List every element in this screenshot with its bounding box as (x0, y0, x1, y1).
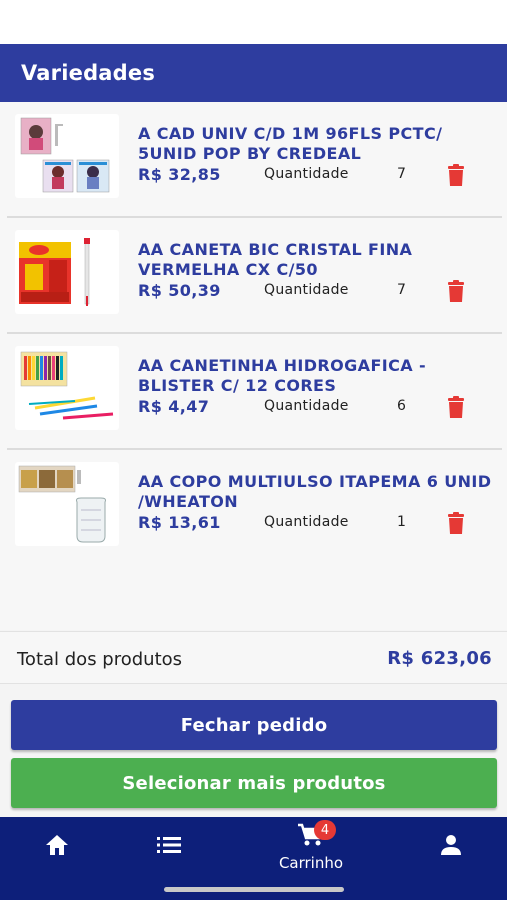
product-price: R$ 50,39 (138, 281, 221, 300)
quantity-label: Quantidade (264, 282, 349, 298)
product-thumbnail-notebooks (15, 114, 119, 198)
tab-home[interactable] (22, 817, 92, 877)
quantity-label: Quantidade (264, 398, 349, 414)
quantity-value[interactable]: 1 (397, 514, 406, 530)
tab-cart[interactable]: 4 Carrinho (266, 817, 356, 877)
total-label: Total dos produtos (17, 649, 183, 670)
total-summary: Total dos produtos R$ 623,06 (0, 631, 507, 684)
tab-profile[interactable] (416, 817, 486, 877)
user-icon (440, 834, 462, 860)
product-thumbnail-glass-jar (15, 462, 119, 546)
quantity-value[interactable]: 6 (397, 398, 406, 414)
page-title: Variedades (21, 61, 156, 85)
trash-icon[interactable] (446, 164, 466, 186)
product-price: R$ 13,61 (138, 513, 221, 532)
product-thumbnail-pen-box (15, 230, 119, 314)
product-name: AA CANETA BIC CRISTAL FINA VERMELHA CX C… (138, 240, 413, 279)
list-item[interactable]: A CAD UNIV C/D 1M 96FLS PCTC/ 5UNID POP … (7, 102, 502, 218)
total-value: R$ 623,06 (387, 648, 492, 669)
trash-icon[interactable] (446, 280, 466, 302)
select-more-products-button[interactable]: Selecionar mais produtos (11, 758, 497, 808)
app-header: Variedades (0, 44, 507, 102)
close-order-button[interactable]: Fechar pedido (11, 700, 497, 750)
cart-items-list: A CAD UNIV C/D 1M 96FLS PCTC/ 5UNID POP … (0, 102, 507, 630)
quantity-label: Quantidade (264, 514, 349, 530)
bottom-tab-bar: 4 Carrinho (0, 817, 507, 900)
tab-list[interactable] (134, 817, 204, 877)
trash-icon[interactable] (446, 512, 466, 534)
home-indicator (164, 887, 344, 892)
status-bar (0, 0, 507, 44)
trash-icon[interactable] (446, 396, 466, 418)
list-item[interactable]: AA COPO MULTIULSO ITAPEMA 6 UNID /WHEATO… (7, 450, 502, 566)
home-icon (45, 834, 69, 861)
product-price: R$ 4,47 (138, 397, 210, 416)
cart-count-badge: 4 (314, 820, 336, 840)
product-price: R$ 32,85 (138, 165, 221, 184)
list-item[interactable]: AA CANETINHA HIDROGAFICA - BLISTER C/ 12… (7, 334, 502, 450)
product-name: AA CANETINHA HIDROGAFICA - BLISTER C/ 12… (138, 356, 427, 395)
quantity-value[interactable]: 7 (397, 282, 406, 298)
product-thumbnail-markers (15, 346, 119, 430)
quantity-label: Quantidade (264, 166, 349, 182)
quantity-value[interactable]: 7 (397, 166, 406, 182)
product-name: AA COPO MULTIULSO ITAPEMA 6 UNID /WHEATO… (138, 472, 492, 511)
tab-cart-label: Carrinho (278, 853, 344, 872)
list-item[interactable]: AA CANETA BIC CRISTAL FINA VERMELHA CX C… (7, 218, 502, 334)
list-icon (157, 836, 181, 859)
product-name: A CAD UNIV C/D 1M 96FLS PCTC/ 5UNID POP … (138, 124, 443, 163)
